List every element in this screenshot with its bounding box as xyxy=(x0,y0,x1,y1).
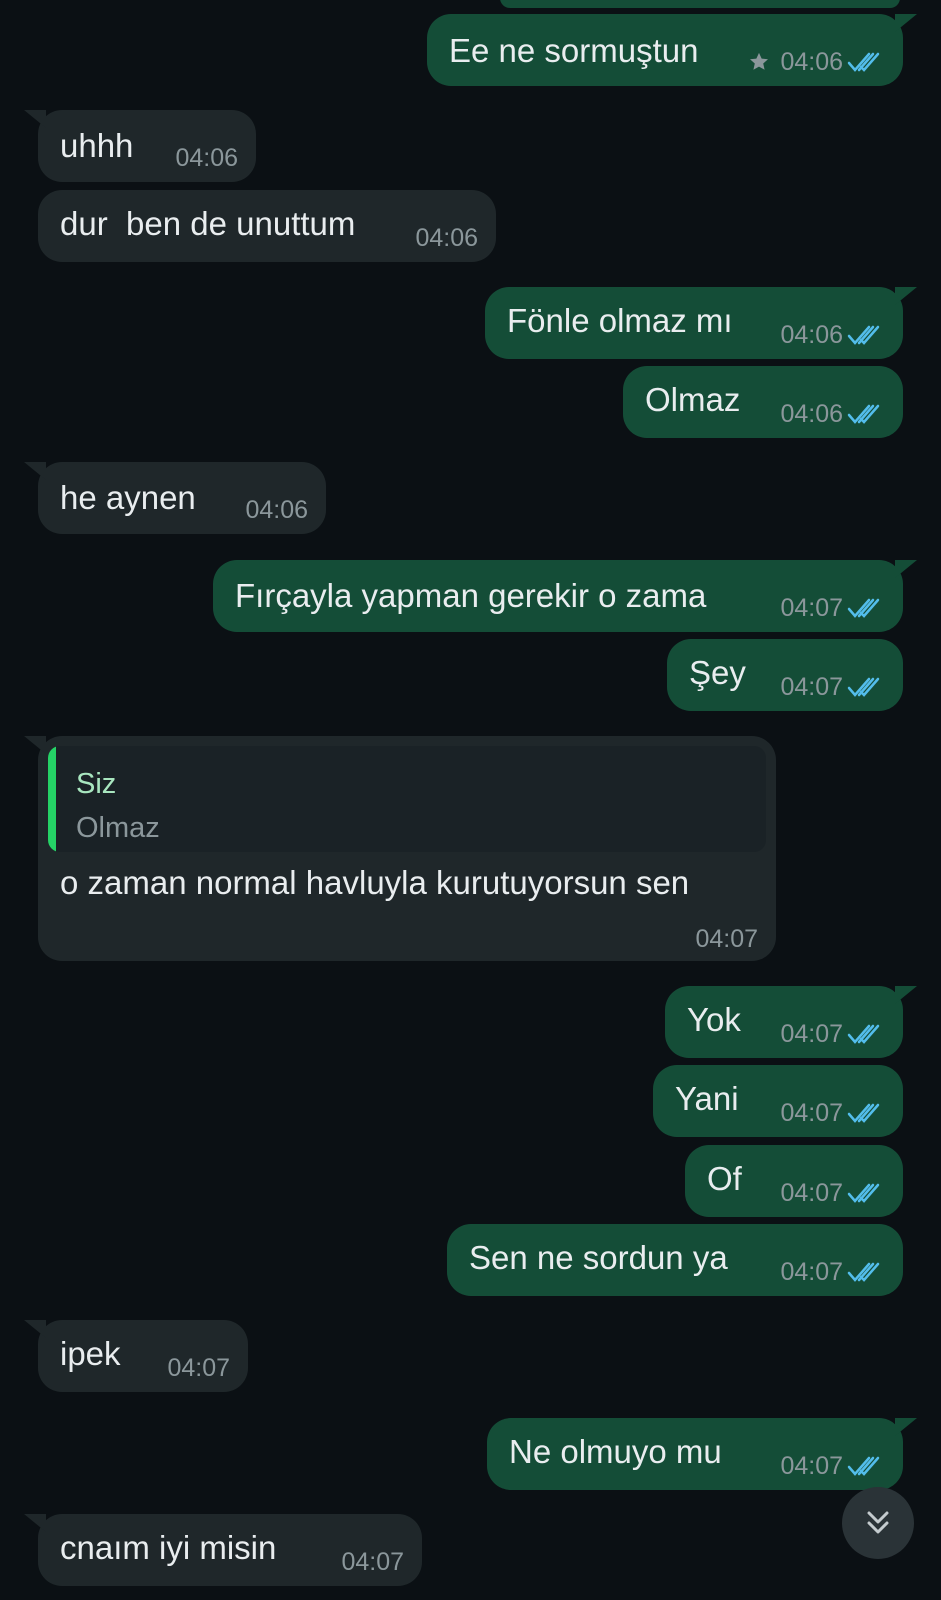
message-bubble-incoming[interactable]: uhhh 04:06 xyxy=(24,110,256,182)
message-meta: 04:06 xyxy=(748,48,881,76)
message-meta: 04:07 xyxy=(780,1258,881,1286)
message-meta: 04:07 xyxy=(695,925,758,953)
message-text: Ne olmuyo mu xyxy=(509,1433,722,1470)
message-meta: 04:07 xyxy=(780,1452,881,1480)
message-text: Fönle olmaz mı xyxy=(507,302,733,339)
message-time: 04:06 xyxy=(780,48,843,76)
message-text: Sen ne sordun ya xyxy=(469,1239,728,1276)
message-time: 04:07 xyxy=(695,925,758,953)
double-check-icon xyxy=(847,1262,880,1282)
message-meta: 04:07 xyxy=(780,594,881,622)
message-time: 04:07 xyxy=(341,1548,404,1576)
message-meta: 04:07 xyxy=(780,673,881,701)
message-text: Ee ne sormuştun xyxy=(449,32,699,69)
message-time: 04:06 xyxy=(415,224,478,252)
chat-message-list[interactable]: Ee ne sormuştun 04:06 uhhh 04:06 dur ben… xyxy=(0,0,941,1600)
message-bubble-outgoing[interactable]: Ee ne sormuştun 04:06 xyxy=(427,14,917,86)
previous-message-edge xyxy=(500,0,900,8)
message-bubble-outgoing[interactable]: Yok 04:07 xyxy=(665,986,917,1058)
quoted-text: Olmaz xyxy=(76,812,160,844)
message-time: 04:06 xyxy=(245,496,308,524)
quoted-author: Siz xyxy=(76,768,117,800)
message-meta: 04:07 xyxy=(780,1179,881,1207)
message-time: 04:07 xyxy=(780,1452,843,1480)
double-check-icon xyxy=(847,1024,880,1044)
message-meta: 04:07 xyxy=(167,1354,230,1382)
message-bubble-outgoing[interactable]: Fırçayla yapman gerekir o zama 04:07 xyxy=(213,560,917,632)
message-time: 04:07 xyxy=(780,1258,843,1286)
message-bubble-outgoing[interactable]: Şey 04:07 xyxy=(667,639,903,711)
quote-accent-bar xyxy=(48,746,56,852)
message-meta: 04:06 xyxy=(780,400,881,428)
double-check-icon xyxy=(847,325,880,345)
message-text: he aynen xyxy=(60,479,196,516)
message-time: 04:07 xyxy=(780,673,843,701)
message-bubble-incoming[interactable]: ipek 04:07 xyxy=(24,1320,248,1392)
message-bubble-incoming[interactable]: dur ben de unuttum 04:06 xyxy=(38,190,496,262)
double-check-icon xyxy=(847,404,880,424)
message-text: Yani xyxy=(675,1080,739,1117)
bubble-tail xyxy=(895,1418,917,1436)
quoted-message[interactable]: Siz Olmaz xyxy=(48,746,766,852)
message-bubble-outgoing[interactable]: Ne olmuyo mu 04:07 xyxy=(487,1418,917,1490)
scroll-to-bottom-button[interactable] xyxy=(842,1487,914,1559)
message-text: cnaım iyi misin xyxy=(60,1529,277,1566)
double-check-icon xyxy=(847,1456,880,1476)
message-bubble-incoming[interactable]: he aynen 04:06 xyxy=(24,462,326,534)
message-time: 04:07 xyxy=(780,1179,843,1207)
message-text: Yok xyxy=(687,1001,741,1038)
message-text: Şey xyxy=(689,654,746,691)
star-icon xyxy=(750,52,769,70)
bubble-tail xyxy=(895,14,917,32)
message-time: 04:07 xyxy=(780,1099,843,1127)
message-bubble-incoming-reply[interactable]: Siz Olmaz o zaman normal havluyla kurutu… xyxy=(24,736,776,961)
message-bubble-outgoing[interactable]: Fönle olmaz mı 04:06 xyxy=(485,287,917,359)
message-meta: 04:06 xyxy=(175,144,238,172)
message-bubble-outgoing[interactable]: Olmaz 04:06 xyxy=(623,366,903,438)
message-meta: 04:07 xyxy=(780,1099,881,1127)
bubble-tail xyxy=(24,110,46,128)
message-text: ipek xyxy=(60,1335,121,1372)
double-check-icon xyxy=(847,52,880,72)
message-time: 04:07 xyxy=(167,1354,230,1382)
double-check-icon xyxy=(847,1103,880,1123)
message-bubble-outgoing[interactable]: Yani 04:07 xyxy=(653,1065,903,1137)
message-bubble-incoming[interactable]: cnaım iyi misin 04:07 xyxy=(24,1514,422,1586)
message-time: 04:06 xyxy=(175,144,238,172)
message-text: o zaman normal havluyla kurutuyorsun sen xyxy=(60,864,690,901)
message-text: Fırçayla yapman gerekir o zama xyxy=(235,577,707,614)
double-chevron-down-icon xyxy=(867,1511,889,1534)
bubble-tail xyxy=(24,1514,46,1532)
double-check-icon xyxy=(847,1183,880,1203)
message-time: 04:07 xyxy=(780,1020,843,1048)
message-bubble-outgoing[interactable]: Sen ne sordun ya 04:07 xyxy=(447,1224,903,1296)
message-meta: 04:06 xyxy=(780,321,881,349)
message-time: 04:06 xyxy=(780,321,843,349)
double-check-icon xyxy=(847,598,880,618)
message-text: Of xyxy=(707,1160,742,1197)
message-text: Olmaz xyxy=(645,381,741,418)
bubble-tail xyxy=(895,986,917,1004)
message-text: dur ben de unuttum xyxy=(60,205,356,242)
message-text: uhhh xyxy=(60,127,134,164)
message-meta: 04:07 xyxy=(341,1548,404,1576)
bubble-tail xyxy=(24,1320,46,1338)
bubble-tail xyxy=(895,287,917,305)
bubble-tail xyxy=(24,736,46,754)
bubble-tail xyxy=(24,462,46,480)
bubble-tail xyxy=(895,560,917,578)
message-bubble-outgoing[interactable]: Of 04:07 xyxy=(685,1145,903,1217)
message-meta: 04:07 xyxy=(780,1020,881,1048)
message-meta: 04:06 xyxy=(245,496,308,524)
message-meta: 04:06 xyxy=(415,224,478,252)
double-check-icon xyxy=(847,677,880,697)
message-time: 04:06 xyxy=(780,400,843,428)
message-time: 04:07 xyxy=(780,594,843,622)
